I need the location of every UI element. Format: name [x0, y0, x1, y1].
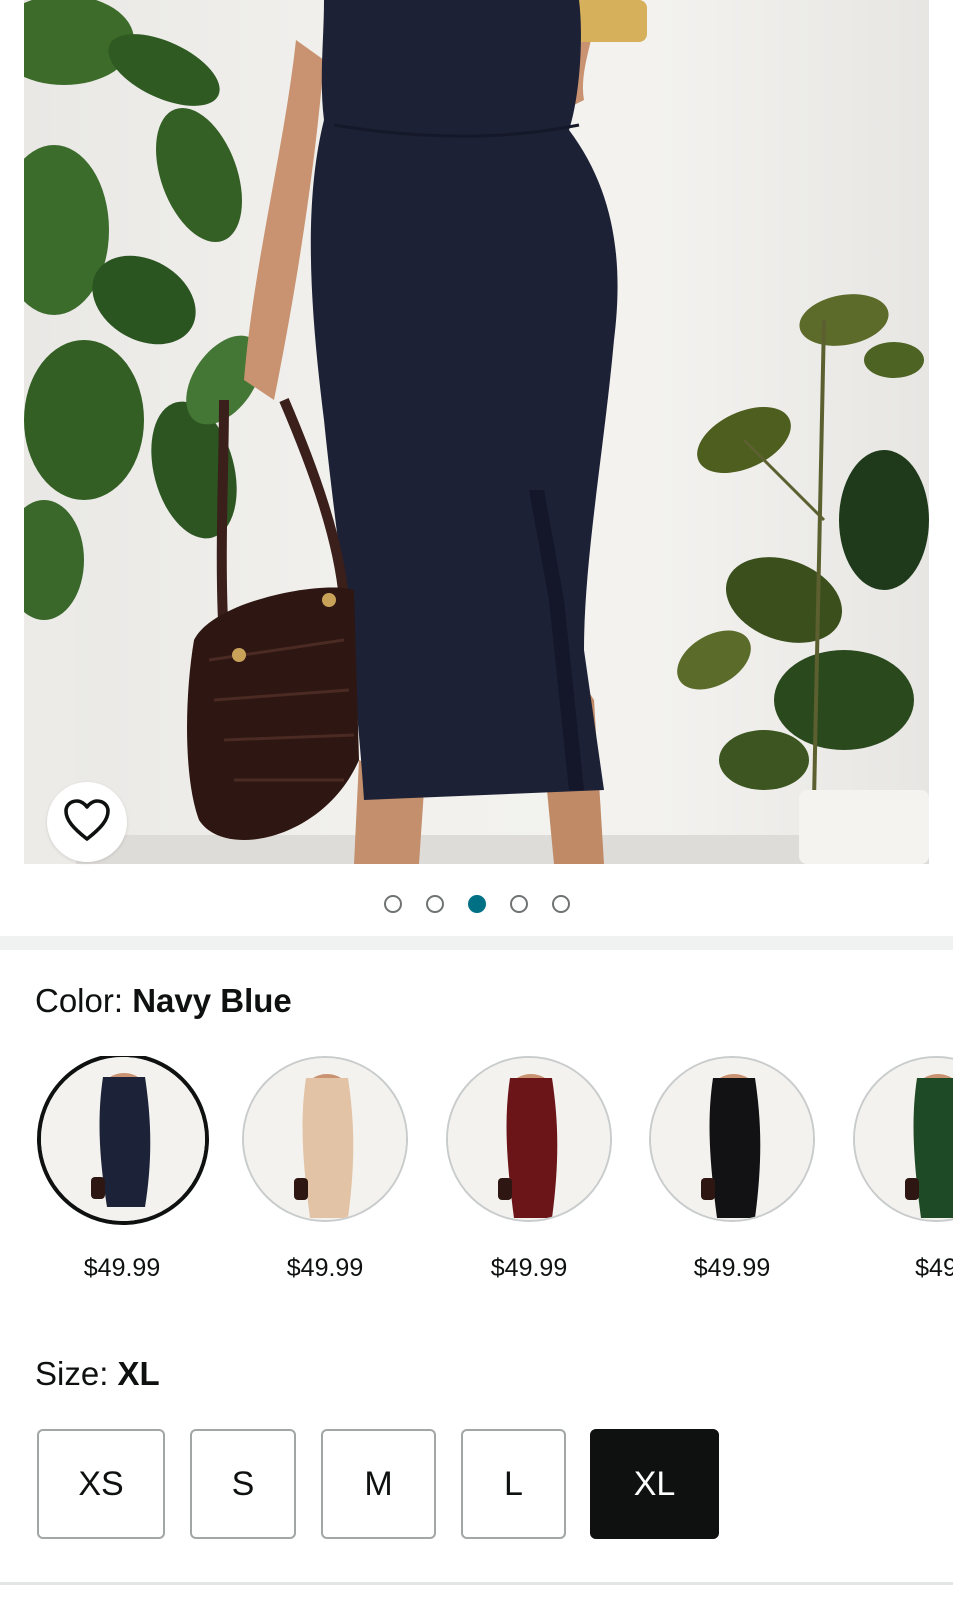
product-photo[interactable]	[24, 0, 929, 864]
carousel-dot[interactable]	[383, 895, 402, 913]
section-divider	[0, 1582, 953, 1585]
size-option-m[interactable]: M	[321, 1429, 436, 1539]
color-swatch-list: $49.99 $49.99 $49.99 $49.99 $49	[0, 1056, 953, 1286]
swatch-thumbnail	[853, 1056, 953, 1222]
wishlist-heart-button[interactable]	[47, 782, 127, 862]
swatch-price: $49	[915, 1254, 953, 1282]
selected-size-name: XL	[117, 1355, 160, 1392]
carousel-dot[interactable]	[551, 895, 570, 913]
size-option-xl[interactable]: XL	[590, 1429, 719, 1539]
swatch-thumbnail	[649, 1056, 815, 1222]
color-swatch-black[interactable]: $49.99	[647, 1056, 817, 1283]
heart-outline-icon	[63, 798, 111, 847]
size-option-xs[interactable]: XS	[37, 1429, 165, 1539]
carousel-dot[interactable]	[425, 895, 444, 913]
selected-color-name: Navy Blue	[132, 982, 292, 1019]
swatch-price: $49.99	[693, 1254, 771, 1282]
product-image-gallery[interactable]	[0, 0, 953, 874]
carousel-dot[interactable]	[509, 895, 528, 913]
swatch-price: $49.99	[286, 1254, 364, 1282]
size-option-s[interactable]: S	[190, 1429, 296, 1539]
carousel-dot-active[interactable]	[467, 895, 486, 913]
size-option-l[interactable]: L	[461, 1429, 566, 1539]
swatch-thumbnail	[242, 1056, 408, 1222]
swatch-thumbnail	[446, 1056, 612, 1222]
size-label: Size: XL	[35, 1355, 160, 1392]
color-swatch-apricot[interactable]: $49.99	[240, 1056, 410, 1283]
color-swatch-burgundy[interactable]: $49.99	[444, 1056, 614, 1283]
color-label: Color: Navy Blue	[35, 982, 292, 1019]
carousel-indicator	[0, 874, 953, 934]
swatch-price: $49.99	[83, 1254, 161, 1282]
swatch-thumbnail	[37, 1056, 209, 1225]
color-swatch-navy-blue[interactable]: $49.99	[37, 1056, 209, 1283]
color-swatch-dark-green[interactable]: $49	[851, 1056, 953, 1283]
section-divider	[0, 936, 953, 950]
swatch-price: $49.99	[490, 1254, 568, 1282]
